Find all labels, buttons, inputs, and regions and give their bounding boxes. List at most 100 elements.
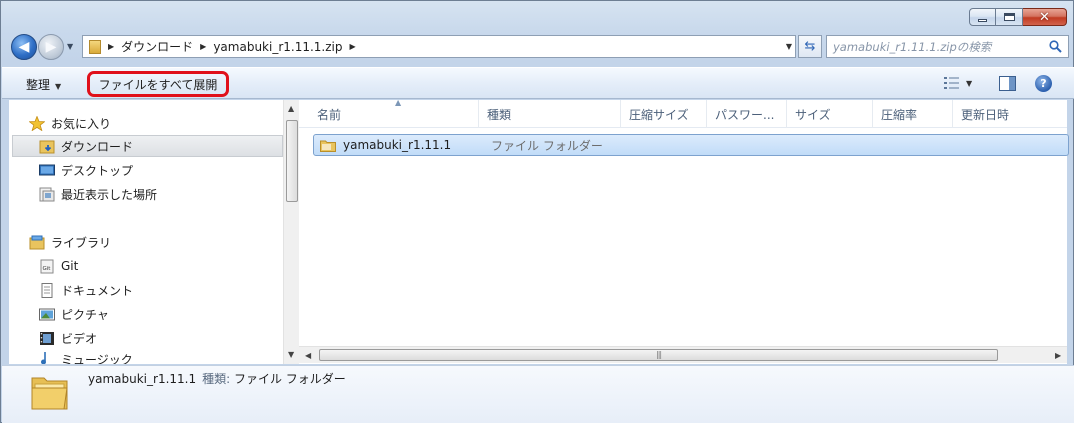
organize-label: 整理 xyxy=(26,78,51,92)
nav-item-videos[interactable]: ビデオ xyxy=(39,327,97,349)
nav-item-pictures[interactable]: ピクチャ xyxy=(39,303,109,325)
scrollbar-thumb[interactable] xyxy=(286,120,298,202)
column-size[interactable]: サイズ xyxy=(787,100,873,128)
file-list-hscrollbar[interactable]: ◀ ||| ▶ xyxy=(299,346,1067,363)
column-password[interactable]: パスワー... xyxy=(707,100,787,128)
nav-item-downloads[interactable]: ダウンロード xyxy=(12,135,283,157)
maximize-icon xyxy=(1003,13,1015,21)
star-icon xyxy=(29,115,45,131)
scroll-up-icon[interactable]: ▲ xyxy=(288,104,294,113)
nav-item-music[interactable]: ミュージック xyxy=(39,351,133,364)
pictures-icon xyxy=(39,308,55,320)
details-type-value: ファイル フォルダー xyxy=(233,372,346,386)
details-pane: yamabuki_r1.11.1 種類: ファイル フォルダー xyxy=(2,365,1074,423)
column-compressed-size[interactable]: 圧縮サイズ xyxy=(621,100,707,128)
nav-item-documents[interactable]: ドキュメント xyxy=(39,279,133,301)
nav-item-label: ダウンロード xyxy=(61,139,134,154)
details-name: yamabuki_r1.11.1 xyxy=(88,372,197,386)
git-library-icon: Git xyxy=(40,259,54,273)
file-row[interactable]: yamabuki_r1.11.1 ファイル フォルダー xyxy=(313,134,1069,156)
file-name: yamabuki_r1.11.1 xyxy=(343,138,452,152)
search-icon[interactable] xyxy=(1049,40,1062,53)
breadcrumb-separator-icon[interactable]: ▶ xyxy=(200,42,206,51)
folder-icon xyxy=(31,377,68,410)
navigation-pane: お気に入り ダウンロード デスクトップ 最近表示した場所 ライブラリ Git G… xyxy=(9,100,299,364)
nav-item-recent-places[interactable]: 最近表示した場所 xyxy=(39,183,157,205)
breadcrumb-zip[interactable]: yamabuki_r1.11.1.zip xyxy=(213,40,342,54)
view-list-icon xyxy=(944,77,959,89)
scroll-right-icon[interactable]: ▶ xyxy=(1055,351,1061,360)
minimize-icon xyxy=(978,18,987,22)
navigation-bar: ◀ ▶ ▼ ▶ ダウンロード ▶ yamabuki_r1.11.1.zip ▶ … xyxy=(9,33,1069,61)
library-icon xyxy=(29,235,45,249)
documents-icon xyxy=(41,282,53,298)
zip-folder-icon xyxy=(89,39,101,54)
column-label: 圧縮率 xyxy=(881,107,918,122)
address-history-dropdown-icon[interactable]: ▼ xyxy=(786,42,792,51)
close-button[interactable]: ✕ xyxy=(1023,8,1067,26)
breadcrumb-downloads[interactable]: ダウンロード xyxy=(121,38,193,55)
help-icon[interactable]: ? xyxy=(1035,75,1052,92)
command-bar: 整理 ▼ ファイルをすべて展開 ▼ ? xyxy=(2,67,1074,99)
libraries-label: ライブラリ xyxy=(51,235,112,250)
column-type[interactable]: 種類 xyxy=(479,100,621,128)
forward-arrow-icon: ▶ xyxy=(45,39,57,55)
back-button[interactable]: ◀ xyxy=(11,34,37,60)
nav-item-label: 最近表示した場所 xyxy=(61,187,158,202)
nav-item-label: ミュージック xyxy=(61,353,133,364)
organize-button[interactable]: 整理 ▼ xyxy=(26,76,61,93)
details-summary: yamabuki_r1.11.1 種類: ファイル フォルダー xyxy=(88,370,346,387)
desktop-icon xyxy=(39,164,55,175)
nav-item-desktop[interactable]: デスクトップ xyxy=(39,159,133,181)
file-list: ▲ 名前 種類 圧縮サイズ パスワー... サイズ 圧縮率 更新日時 yamab… xyxy=(299,98,1069,364)
column-label: パスワー... xyxy=(715,107,775,122)
breadcrumb-separator-icon[interactable]: ▶ xyxy=(350,42,356,51)
nav-item-label: デスクトップ xyxy=(61,163,134,178)
search-placeholder: yamabuki_r1.11.1.zipの検索 xyxy=(833,39,992,54)
column-label: 圧縮サイズ xyxy=(629,107,689,122)
column-ratio[interactable]: 圧縮率 xyxy=(873,100,953,128)
close-icon: ✕ xyxy=(1039,9,1050,25)
refresh-icon: ⇆ xyxy=(804,39,816,54)
search-input[interactable]: yamabuki_r1.11.1.zipの検索 xyxy=(826,35,1069,58)
nav-item-label: ドキュメント xyxy=(61,283,134,298)
column-date-modified[interactable]: 更新日時 xyxy=(953,100,1067,128)
column-label: 種類 xyxy=(487,107,512,122)
nav-item-label: ビデオ xyxy=(61,331,98,346)
maximize-button[interactable] xyxy=(996,8,1023,26)
scroll-down-icon[interactable]: ▼ xyxy=(288,350,294,359)
address-bar[interactable]: ▶ ダウンロード ▶ yamabuki_r1.11.1.zip ▶ ▼ xyxy=(82,35,796,58)
folder-icon xyxy=(320,140,336,152)
chevron-down-icon: ▼ xyxy=(966,78,973,88)
column-headers: ▲ 名前 種類 圧縮サイズ パスワー... サイズ 圧縮率 更新日時 xyxy=(299,98,1067,128)
chevron-down-icon: ▼ xyxy=(55,82,62,91)
recent-pages-dropdown[interactable]: ▼ xyxy=(67,42,73,51)
nav-item-git[interactable]: Git Git xyxy=(39,255,78,277)
music-icon xyxy=(41,352,46,364)
forward-button[interactable]: ▶ xyxy=(38,34,64,60)
nav-item-label: ピクチャ xyxy=(61,307,109,322)
scroll-left-icon[interactable]: ◀ xyxy=(305,351,311,360)
scrollbar-thumb[interactable]: ||| xyxy=(319,349,998,361)
nav-favorites[interactable]: お気に入り xyxy=(29,112,111,134)
change-view-button[interactable]: ▼ xyxy=(944,76,972,90)
breadcrumb-separator-icon[interactable]: ▶ xyxy=(108,42,114,51)
file-type: ファイル フォルダー xyxy=(491,138,603,153)
downloads-folder-icon xyxy=(39,140,55,153)
grip-icon: ||| xyxy=(656,350,662,359)
preview-pane-icon[interactable] xyxy=(999,76,1016,91)
extract-all-button[interactable]: ファイルをすべて展開 xyxy=(87,71,229,97)
nav-pane-scrollbar[interactable]: ▲ ▼ xyxy=(283,100,299,364)
refresh-button[interactable]: ⇆ xyxy=(798,35,822,58)
minimize-button[interactable] xyxy=(969,8,996,26)
extract-all-label: ファイルをすべて展開 xyxy=(98,77,218,92)
video-icon xyxy=(40,331,54,345)
column-name[interactable]: 名前 xyxy=(309,100,479,128)
favorites-label: お気に入り xyxy=(51,116,112,131)
nav-libraries[interactable]: ライブラリ xyxy=(29,231,111,253)
column-label: 名前 xyxy=(317,107,342,122)
back-arrow-icon: ◀ xyxy=(18,39,30,55)
recent-places-icon xyxy=(39,187,55,201)
svg-text:Git: Git xyxy=(43,266,52,272)
window-controls: ✕ xyxy=(969,8,1067,26)
